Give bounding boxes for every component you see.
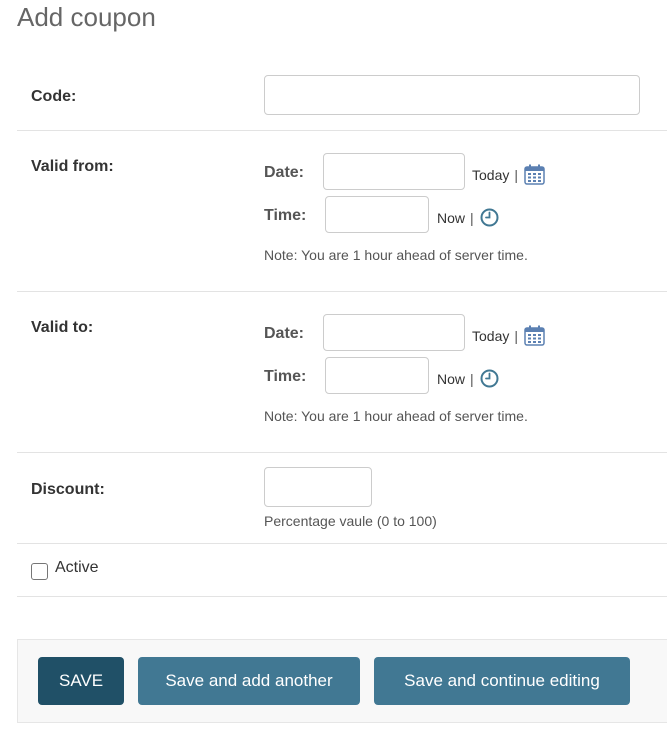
valid-from-timezone-note: Note: You are 1 hour ahead of server tim…	[264, 247, 528, 263]
valid-from-now-link[interactable]: Now	[437, 210, 465, 226]
submit-row: SAVE Save and add another Save and conti…	[17, 639, 667, 723]
valid-to-date-shortcuts: Today |	[472, 325, 545, 346]
active-label[interactable]: Active	[55, 559, 99, 577]
code-input[interactable]	[264, 75, 640, 115]
valid-from-date-shortcuts: Today |	[472, 164, 545, 185]
valid-to-label: Valid to:	[31, 319, 94, 336]
valid-from-row: Valid from: Date: Today | Time: Now | No…	[17, 130, 667, 292]
discount-row: Discount: Percentage vaule (0 to 100)	[17, 452, 667, 544]
valid-to-timezone-note: Note: You are 1 hour ahead of server tim…	[264, 408, 528, 424]
clock-icon[interactable]	[480, 369, 499, 388]
code-row: Code:	[17, 58, 667, 131]
discount-input[interactable]	[264, 467, 372, 507]
separator: |	[514, 327, 518, 344]
valid-from-date-label: Date:	[264, 164, 305, 181]
clock-icon[interactable]	[480, 208, 499, 227]
valid-from-date-input[interactable]	[323, 153, 465, 190]
valid-to-time-shortcuts: Now |	[437, 369, 499, 388]
page-title: Add coupon	[17, 2, 156, 32]
save-and-continue-editing-button[interactable]: Save and continue editing	[374, 657, 630, 705]
valid-from-time-label: Time:	[264, 207, 307, 224]
valid-to-time-label: Time:	[264, 368, 307, 385]
save-and-add-another-button[interactable]: Save and add another	[138, 657, 360, 705]
calendar-icon[interactable]	[524, 164, 545, 185]
separator: |	[470, 209, 474, 226]
active-checkbox[interactable]	[31, 563, 48, 580]
save-button[interactable]: SAVE	[38, 657, 124, 705]
discount-help-text: Percentage vaule (0 to 100)	[264, 513, 437, 529]
valid-to-date-input[interactable]	[323, 314, 465, 351]
discount-label: Discount:	[31, 481, 105, 498]
valid-from-time-input[interactable]	[325, 196, 429, 233]
valid-from-today-link[interactable]: Today	[472, 167, 509, 183]
code-label: Code:	[31, 88, 77, 105]
separator: |	[514, 166, 518, 183]
valid-to-today-link[interactable]: Today	[472, 328, 509, 344]
valid-to-row: Valid to: Date: Today | Time: Now | Note…	[17, 291, 667, 453]
valid-to-date-label: Date:	[264, 325, 305, 342]
valid-from-time-shortcuts: Now |	[437, 208, 499, 227]
valid-to-time-input[interactable]	[325, 357, 429, 394]
active-row: Active	[17, 543, 667, 597]
calendar-icon[interactable]	[524, 325, 545, 346]
valid-to-now-link[interactable]: Now	[437, 371, 465, 387]
valid-from-label: Valid from:	[31, 158, 114, 175]
separator: |	[470, 370, 474, 387]
